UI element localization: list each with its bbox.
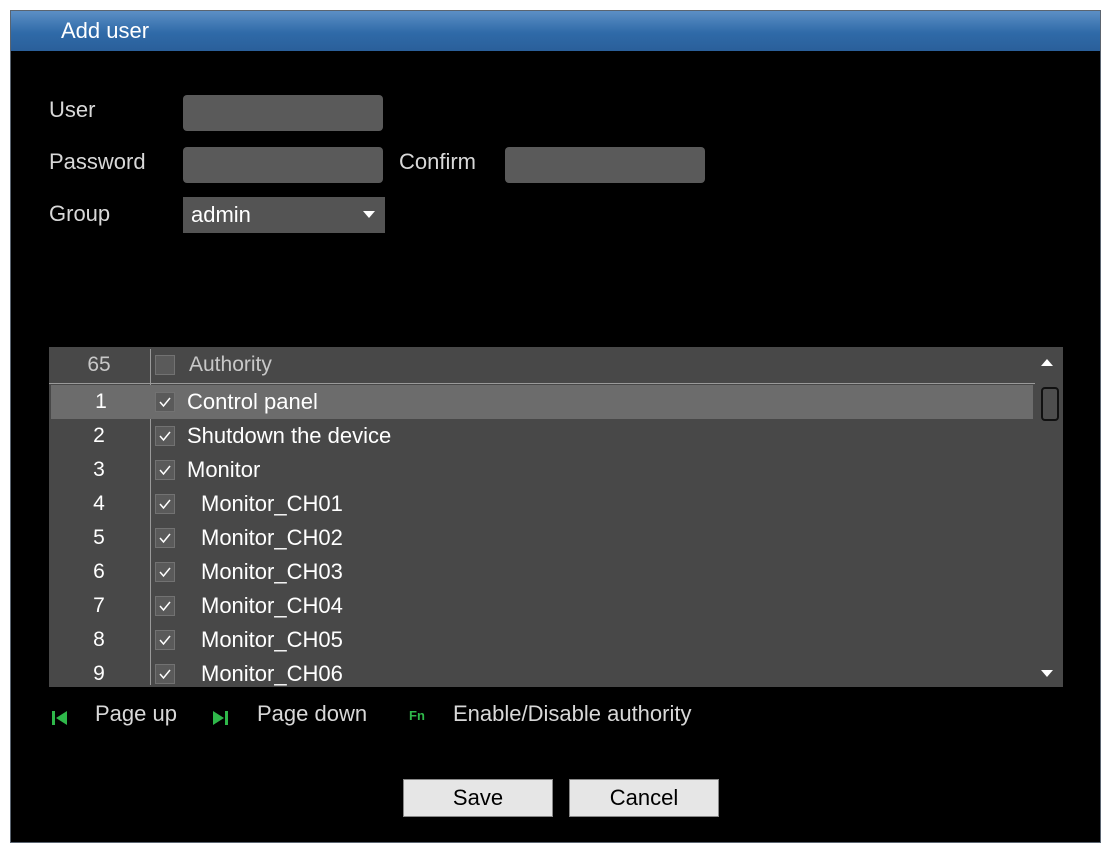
authority-checkbox[interactable] [155, 392, 175, 412]
table-row[interactable]: 8 Monitor_CH05 [49, 623, 1035, 657]
authority-label: Monitor_CH04 [201, 593, 343, 618]
row-number: 4 [93, 492, 105, 515]
authority-label: Monitor_CH06 [201, 661, 343, 686]
table-row[interactable]: 7 Monitor_CH04 [49, 589, 1035, 623]
authority-checkbox[interactable] [155, 596, 175, 616]
table-row[interactable]: 2 Shutdown the device [49, 419, 1035, 453]
password-label: Password [49, 149, 146, 174]
group-label: Group [49, 201, 111, 226]
row-number: 8 [93, 628, 105, 651]
dialog-title: Add user [11, 11, 1100, 51]
page-up-hint: Page up [95, 701, 177, 726]
table-row[interactable]: 5 Monitor_CH02 [49, 521, 1035, 555]
row-number: 3 [93, 458, 105, 481]
authority-table: 65 Authority 1 Control panel 2 Shutdown the… [49, 347, 1063, 687]
group-select[interactable]: admin [183, 197, 385, 233]
table-row[interactable]: 9 Monitor_CH06 [49, 657, 1035, 691]
scroll-up-arrow-icon[interactable] [1041, 359, 1053, 366]
authority-checkbox[interactable] [155, 426, 175, 446]
table-row[interactable]: 6 Monitor_CH03 [49, 555, 1035, 589]
authority-count: 65 [87, 353, 111, 376]
user-label: User [49, 97, 96, 122]
authority-checkbox[interactable] [155, 562, 175, 582]
row-number: 2 [93, 424, 105, 447]
group-selected-value: admin [191, 202, 251, 227]
authority-checkbox[interactable] [155, 528, 175, 548]
user-input[interactable] [183, 95, 383, 131]
authority-label: Monitor_CH05 [201, 627, 343, 652]
table-row[interactable]: 1 Control panel [51, 385, 1033, 419]
authority-label: Monitor_CH02 [201, 525, 343, 550]
authority-label: Monitor_CH01 [201, 491, 343, 516]
authority-checkbox[interactable] [155, 460, 175, 480]
row-number: 1 [95, 390, 107, 413]
chevron-down-icon [363, 211, 375, 218]
row-number: 9 [93, 662, 105, 685]
authority-label: Monitor [187, 457, 261, 482]
table-row[interactable]: 4 Monitor_CH01 [49, 487, 1035, 521]
page-up-icon [52, 711, 67, 725]
table-header: 65 Authority [49, 347, 1035, 384]
add-user-dialog: Add user User Password Confirm Group adm… [10, 10, 1101, 843]
scroll-down-arrow-icon[interactable] [1041, 670, 1053, 677]
fn-key-icon: Fn [409, 708, 425, 723]
cancel-button[interactable]: Cancel [569, 779, 719, 817]
row-number: 6 [93, 560, 105, 583]
enable-disable-hint: Enable/Disable authority [453, 701, 692, 726]
scrollbar-thumb[interactable] [1041, 387, 1059, 421]
select-all-checkbox[interactable] [155, 355, 175, 375]
save-button[interactable]: Save [403, 779, 553, 817]
authority-checkbox[interactable] [155, 494, 175, 514]
confirm-label: Confirm [399, 149, 477, 174]
authority-checkbox[interactable] [155, 630, 175, 650]
row-number: 7 [93, 594, 105, 617]
password-input[interactable] [183, 147, 383, 183]
authority-label: Shutdown the device [187, 423, 392, 448]
authority-label: Control panel [187, 389, 318, 414]
page-down-hint: Page down [257, 701, 368, 726]
authority-checkbox[interactable] [155, 664, 175, 684]
table-row[interactable]: 3 Monitor [49, 453, 1035, 487]
row-number: 5 [93, 526, 105, 549]
confirm-input[interactable] [505, 147, 705, 183]
page-down-icon [213, 711, 228, 725]
authority-column-header: Authority [189, 353, 272, 376]
authority-label: Monitor_CH03 [201, 559, 343, 584]
